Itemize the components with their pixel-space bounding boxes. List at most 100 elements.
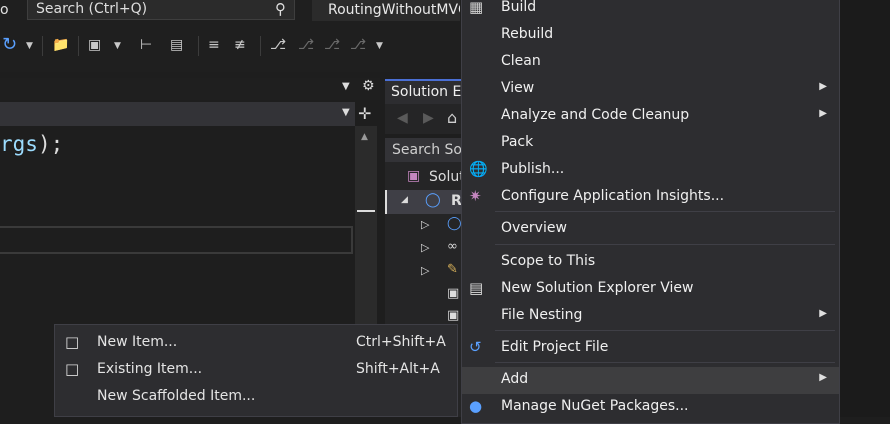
code-line: rgs); [0,132,63,156]
window-icon[interactable]: ▣ [88,37,101,53]
menu-item-build[interactable]: ▦ Build [462,0,839,22]
menu-separator [495,330,835,331]
back-icon[interactable]: ◀ [397,110,408,126]
uncomment-icon[interactable]: ≢ [234,37,246,53]
connected-services-icon: ◯ [447,216,462,231]
build-icon: ▦ [469,0,484,16]
menu-item-new-scaffolded-item[interactable]: New Scaffolded Item... [55,384,459,411]
menu-item-shortcut: Ctrl+Shift+A [356,334,446,350]
project-context-menu: ▦ Build Rebuild Clean View ▶ Analyze and… [461,0,840,424]
menu-item-label: Existing Item... [97,361,203,377]
home-icon[interactable]: ⌂ [447,108,457,127]
dropdown-arrow-icon[interactable]: ▼ [114,41,121,51]
solution-explorer-toolbar: ◀ ▶ ⌂ [385,104,465,134]
new-item-icon: □ [65,333,80,351]
menu-item-label: New Item... [97,334,178,350]
menu-separator [495,211,835,212]
toolbar: ↻ ▼ 📁 ▣ ▼ ⊢ ▤ ≡ ≢ ⎇ ⎇ ⎇ ⎇ ▼ [0,22,470,72]
dropdown-arrow-icon[interactable]: ▼ [376,41,383,51]
menu-item-overview[interactable]: Overview [462,216,839,243]
comment-icon[interactable]: ≡ [208,37,220,53]
clear-bookmark-icon[interactable]: ⎇ [350,37,366,53]
search-placeholder: Search (Ctrl+Q) [36,1,148,17]
menu-item-pack[interactable]: Pack [462,130,839,157]
collapsed-arrow-icon[interactable]: ▷ [421,241,429,254]
lightbulb-icon: ✷ [469,187,482,205]
menu-item-app-insights[interactable]: ✷ Configure Application Insights... [462,184,839,211]
folder-icon[interactable]: 📁 [52,37,69,53]
menu-item-view[interactable]: View ▶ [462,76,839,103]
split-icon[interactable]: ✛ [358,104,371,123]
menu-item-label: Configure Application Insights... [501,188,725,204]
menu-item-scope-to-this[interactable]: Scope to This [462,249,839,276]
gear-icon[interactable]: ⚙ [362,78,375,94]
file-icon: ▣ [447,286,460,301]
collapsed-arrow-icon[interactable]: ▷ [421,218,429,231]
menu-item-label: New Scaffolded Item... [97,388,256,404]
solution-explorer-search[interactable]: Search Solution Explorer [385,138,465,162]
submenu-arrow-icon: ▶ [819,308,827,319]
toolbar-separator [78,36,79,56]
menu-item-publish[interactable]: 🌐 Publish... [462,157,839,184]
new-view-icon: ▤ [469,279,484,297]
tree-item-project[interactable]: ◢ ◯ R [385,190,467,214]
submenu-arrow-icon: ▶ [819,372,827,383]
menu-item-edit-project-file[interactable]: ↺ Edit Project File [462,335,839,362]
forward-icon[interactable]: ▶ [423,110,434,126]
menu-separator [495,244,835,245]
menu-item-file-nesting[interactable]: File Nesting ▶ [462,303,839,330]
outdent-icon[interactable]: ▤ [170,37,183,53]
menu-item-label: Publish... [501,161,565,177]
tab-dropdown-icon[interactable]: ▼ [342,81,350,92]
add-submenu: □ New Item... Ctrl+Shift+A □ Existing It… [54,324,458,417]
menu-item-label: Analyze and Code Cleanup [501,107,690,123]
menu-item-rebuild[interactable]: Rebuild [462,22,839,49]
globe-icon: 🌐 [469,160,488,178]
menu-item-label: Add [501,371,529,387]
current-line-highlight [0,226,353,254]
prev-bookmark-icon[interactable]: ⎇ [298,37,314,53]
menu-item-label: Pack [501,134,534,150]
collapsed-arrow-icon[interactable]: ▷ [421,264,429,277]
menu-item-label: New Solution Explorer View [501,280,694,296]
properties-icon: ✎ [447,262,458,277]
menu-item-add[interactable]: Add ▶ [462,367,839,394]
tree-item-solution[interactable]: ▣ Solution [385,166,486,190]
chevron-down-icon[interactable]: ▼ [342,107,350,118]
scroll-up-icon[interactable]: ▲ [361,132,368,142]
existing-item-icon: □ [65,360,80,378]
menu-item-label: Clean [501,53,541,69]
search-input[interactable]: Search (Ctrl+Q) ⚲ [27,0,295,20]
menu-item-label: Rebuild [501,26,554,42]
code-punctuation: ); [37,132,64,156]
indent-icon[interactable]: ⊢ [140,37,152,53]
menu-item-analyze[interactable]: Analyze and Code Cleanup ▶ [462,103,839,130]
menu-item-shortcut: Shift+Alt+A [356,361,440,377]
bookmark-icon[interactable]: ⎇ [270,37,286,53]
menu-item-label: Build [501,0,537,15]
editor-tab-bar: ▼ ⚙ [0,78,380,100]
project-title: RoutingWithoutMVC [312,0,460,21]
search-icon[interactable]: ⚲ [275,0,286,18]
menu-item-label: Overview [501,220,567,236]
menu-item-label: Manage NuGet Packages... [501,398,689,414]
solution-icon: ▣ [407,168,421,184]
expand-arrow-icon[interactable]: ◢ [401,195,408,205]
menu-fragment[interactable]: o [0,2,9,18]
menu-item-new-item[interactable]: □ New Item... Ctrl+Shift+A [55,330,459,357]
solution-explorer-tab[interactable]: Solution Explorer [385,79,465,104]
menu-item-clean[interactable]: Clean [462,49,839,76]
dependencies-icon: ∞ [447,239,458,254]
toolbar-separator [42,36,43,56]
navigation-bar[interactable]: ▼ [0,102,355,126]
redo-icon[interactable]: ↻ [2,34,17,55]
background-strip [840,0,890,417]
menu-item-existing-item[interactable]: □ Existing Item... Shift+Alt+A [55,357,459,384]
menu-item-new-se-view[interactable]: ▤ New Solution Explorer View [462,276,839,303]
next-bookmark-icon[interactable]: ⎇ [324,37,340,53]
dropdown-arrow-icon[interactable]: ▼ [26,41,33,51]
menu-item-label: Scope to This [501,253,596,269]
nuget-icon: ● [469,397,483,415]
edit-arrow-icon: ↺ [469,338,482,356]
menu-item-label: View [501,80,535,96]
